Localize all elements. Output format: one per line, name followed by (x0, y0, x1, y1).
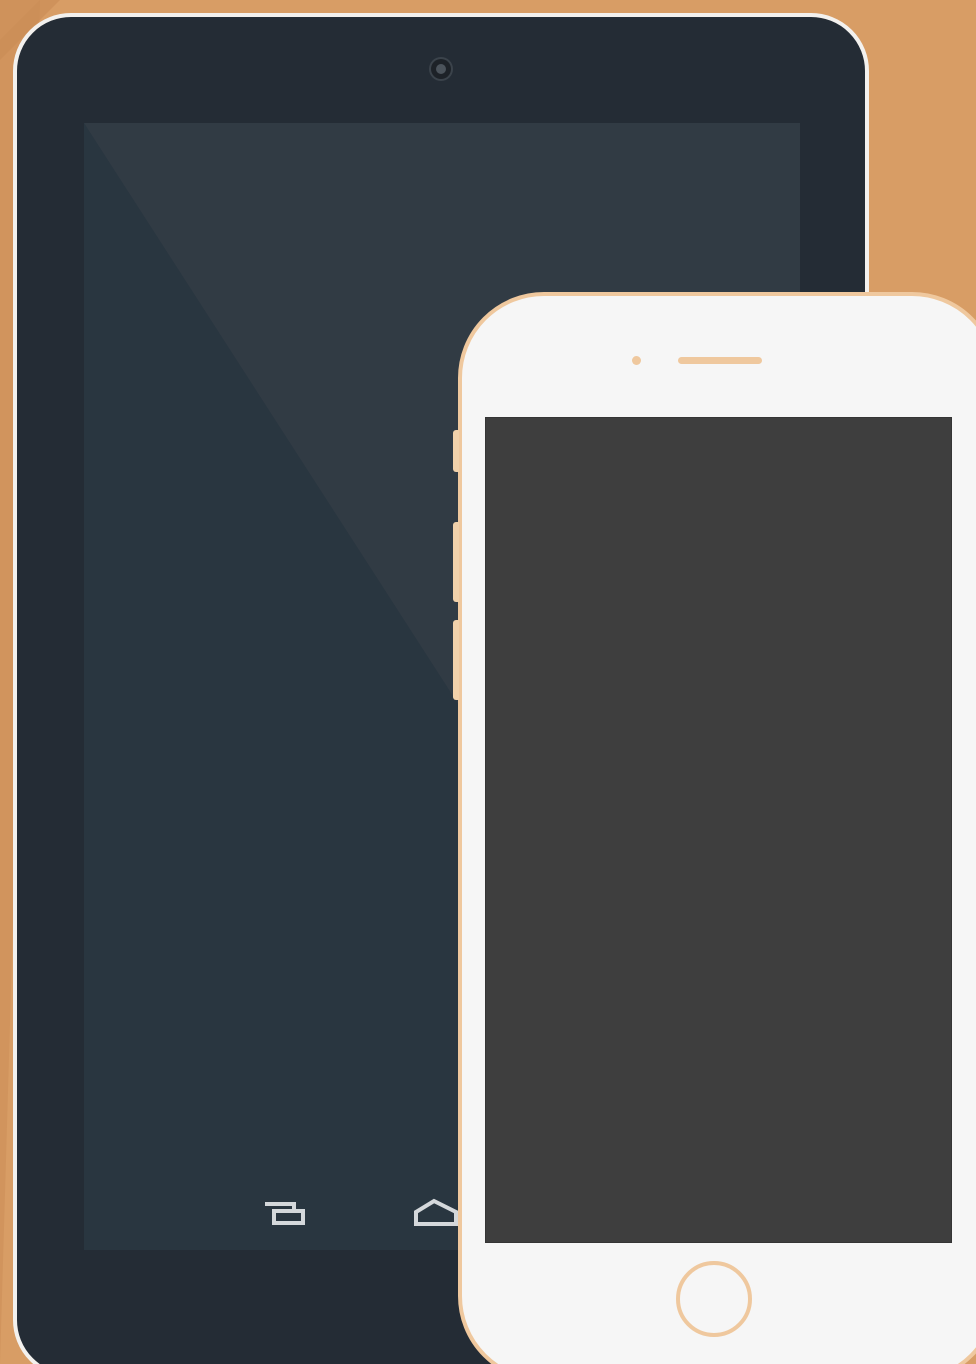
device-mockup-scene (0, 0, 976, 1364)
home-icon[interactable] (412, 1198, 460, 1228)
camera-icon (431, 59, 451, 79)
phone-screen[interactable] (485, 417, 952, 1243)
mute-switch[interactable] (453, 430, 459, 472)
volume-up-button[interactable] (453, 522, 459, 602)
recent-apps-icon[interactable] (264, 1201, 306, 1227)
volume-down-button[interactable] (453, 620, 459, 700)
speaker-icon (678, 357, 762, 364)
home-button-icon[interactable] (676, 1261, 752, 1337)
phone-device (453, 292, 976, 1364)
sensor-icon (632, 356, 641, 365)
